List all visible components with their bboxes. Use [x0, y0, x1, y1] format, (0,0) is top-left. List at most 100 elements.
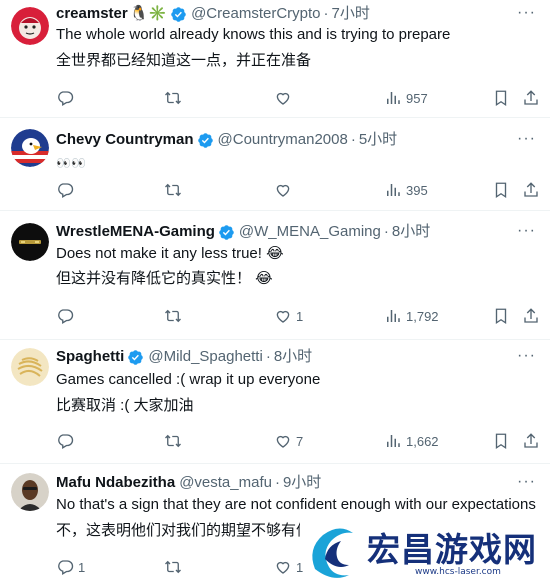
verified-badge-icon [197, 132, 213, 148]
avatar[interactable] [11, 7, 49, 45]
repost-button[interactable] [164, 181, 186, 199]
bookmark-icon [495, 182, 507, 199]
like-button[interactable]: 1 [274, 307, 303, 325]
share-button[interactable] [522, 432, 540, 450]
bookmark-icon [495, 433, 507, 450]
heart-icon [276, 435, 290, 448]
views-icon [387, 184, 400, 196]
bookmark-button[interactable] [492, 432, 510, 450]
post-spaghetti[interactable]: Spaghetti @Mild_Spaghetti · 8小时 ··· Game… [0, 340, 550, 464]
views-button[interactable]: 957 [384, 89, 428, 107]
heart-icon [276, 92, 290, 105]
separator: · [350, 131, 356, 148]
share-button[interactable] [522, 89, 540, 107]
timestamp[interactable]: 8小时 [392, 222, 430, 242]
timestamp[interactable]: 8小时 [274, 347, 312, 367]
views-icon [387, 435, 400, 447]
watermark-title: 宏昌游戏网 [367, 530, 537, 569]
display-name[interactable]: Chevy Countryman [56, 130, 194, 150]
repost-icon [165, 91, 181, 105]
timestamp[interactable]: 9小时 [283, 473, 321, 493]
avatar[interactable] [11, 473, 49, 511]
post-text-line-1: Does not make it any less true! 😂 [56, 245, 284, 262]
heart-icon [276, 310, 290, 323]
handle[interactable]: @Countryman2008 [218, 130, 348, 150]
repost-button[interactable] [164, 432, 186, 450]
reply-button[interactable] [56, 89, 78, 107]
views-button[interactable]: 1,662 [384, 432, 439, 450]
avatar[interactable] [11, 129, 49, 167]
display-name[interactable]: Mafu Ndabezitha [56, 473, 175, 493]
display-name[interactable]: creamster [56, 4, 128, 24]
handle[interactable]: @Mild_Spaghetti [148, 347, 262, 367]
views-icon [387, 310, 400, 322]
post-text-line-1: The whole world already knows this and i… [56, 26, 451, 43]
more-options-icon[interactable]: ··· [517, 222, 536, 240]
avatar[interactable] [11, 223, 49, 261]
repost-button[interactable] [164, 307, 186, 325]
more-options-icon[interactable]: ··· [517, 130, 536, 148]
heart-icon [276, 561, 290, 574]
like-button[interactable]: 1 [274, 558, 303, 576]
display-name[interactable]: WrestleMENA-Gaming [56, 222, 215, 242]
share-icon [524, 308, 538, 323]
timestamp[interactable]: 7小时 [332, 4, 370, 24]
display-name[interactable]: Spaghetti [56, 347, 124, 367]
separator: · [265, 348, 271, 365]
bookmark-button[interactable] [492, 307, 510, 325]
bookmark-button[interactable] [492, 89, 510, 107]
reply-icon [58, 91, 74, 106]
post-text-line-2: 比赛取消 :( 大家加油 [56, 397, 194, 414]
more-options-icon[interactable]: ··· [517, 347, 536, 365]
reply-count: 1 [78, 559, 86, 575]
views-icon [387, 92, 400, 104]
reply-icon [58, 434, 74, 449]
views-count: 395 [406, 182, 428, 198]
verified-badge-icon [219, 224, 234, 240]
more-options-icon[interactable]: ··· [517, 473, 536, 491]
post-text-line-2: 全世界都已经知道这一点，并正在准备 [56, 52, 312, 69]
views-button[interactable]: 395 [384, 181, 428, 199]
handle[interactable]: @W_MENA_Gaming [239, 222, 381, 242]
avatar[interactable] [11, 348, 49, 386]
like-count: 7 [296, 433, 304, 449]
repost-button[interactable] [164, 558, 186, 576]
reply-button[interactable] [56, 307, 78, 325]
action-bar: 957 [56, 89, 540, 109]
repost-icon [165, 183, 181, 197]
reply-button[interactable]: 1 [56, 558, 85, 576]
separator: · [383, 223, 389, 240]
action-bar: 1 1,792 [56, 307, 540, 327]
share-button[interactable] [522, 181, 540, 199]
post-text-line-1: 👀👀 [56, 156, 86, 170]
views-button[interactable]: 1,792 [384, 307, 439, 325]
like-button[interactable]: 7 [274, 432, 303, 450]
post-chevy-countryman[interactable]: Chevy Countryman @Countryman2008 · 5小时 ·… [0, 118, 550, 211]
name-emoji: 🐧✳️ [129, 5, 168, 22]
repost-icon [165, 309, 181, 323]
reply-button[interactable] [56, 181, 78, 199]
watermark-url: www.hcs-laser.com [415, 567, 501, 577]
action-bar: 7 1,662 [56, 432, 540, 452]
handle[interactable]: @CreamsterCrypto [191, 4, 320, 24]
repost-icon [165, 560, 181, 574]
share-button[interactable] [522, 307, 540, 325]
post-creamster[interactable]: creamster 🐧✳️ @CreamsterCrypto · 7小时 ···… [0, 0, 550, 118]
like-button[interactable] [274, 181, 296, 199]
repost-button[interactable] [164, 89, 186, 107]
separator: · [323, 5, 329, 22]
reply-icon [58, 560, 74, 575]
like-button[interactable] [274, 89, 296, 107]
reply-button[interactable] [56, 432, 78, 450]
post-text-line-2: 不，这表明他们对我们的期望不够有信心 [56, 522, 300, 539]
post-wrestlemena-gaming[interactable]: WrestleMENA-Gaming @W_MENA_Gaming · 8小时 … [0, 211, 550, 340]
timestamp[interactable]: 5小时 [359, 130, 397, 150]
share-icon [524, 90, 538, 105]
dragon-logo-icon [312, 528, 353, 578]
separator: · [274, 474, 280, 491]
bookmark-button[interactable] [492, 181, 510, 199]
handle[interactable]: @vesta_mafu [179, 473, 272, 493]
verified-badge-icon [171, 6, 186, 22]
views-count: 957 [406, 90, 428, 106]
more-options-icon[interactable]: ··· [517, 4, 536, 22]
